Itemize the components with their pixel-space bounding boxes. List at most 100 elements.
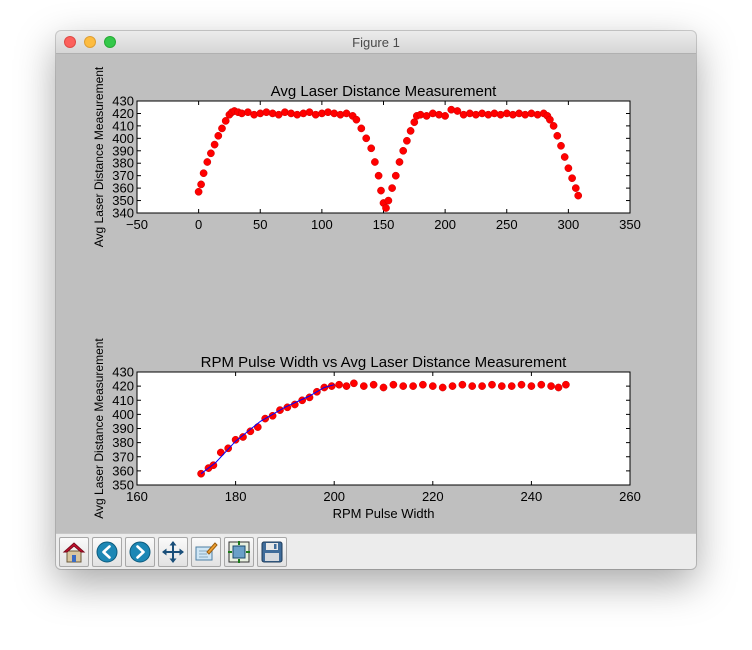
chart-1-data-point (478, 109, 486, 118)
home-button[interactable] (59, 537, 89, 567)
chart-1-data-point (496, 110, 505, 119)
chart-1-data-point (214, 131, 223, 140)
chart-2-data-point (399, 382, 408, 390)
chart-2-y-tick-label: 380 (112, 435, 134, 450)
chart-1-data-point (374, 171, 383, 180)
chart-1-data-point (352, 115, 361, 124)
chart-2-data-point (419, 380, 427, 389)
chart-2-data-point (458, 380, 467, 389)
chart-2-data-point (547, 382, 555, 390)
chart-1-data-point (395, 158, 404, 166)
chart-1-y-tick-label: 430 (112, 94, 134, 109)
chart-2-data-point (468, 382, 477, 390)
chart-2-y-tick-label: 410 (112, 393, 134, 408)
chart-2-data-point (359, 382, 368, 390)
chart-1-data-point (546, 115, 554, 124)
chart-2-data-point (488, 380, 496, 389)
chart-1-data-point (281, 108, 289, 117)
chart-1-data-point (391, 171, 400, 180)
chart-2-data-point (369, 380, 378, 389)
chart-1-data-point (521, 110, 530, 119)
chart-1-data-point (194, 187, 203, 196)
chart-1-data-point (472, 110, 480, 119)
chart-2-data-point (478, 382, 486, 390)
chart-1-data-point (210, 140, 219, 149)
chart-2-data-point (517, 380, 526, 389)
chart-2-data-point (389, 380, 398, 389)
chart-2-data-point (409, 382, 417, 390)
chart-1-x-tick-label: 0 (195, 217, 202, 232)
chart-1-data-point (197, 180, 205, 189)
chart-1-x-tick-label: 150 (373, 217, 395, 232)
chart-1-data-point (490, 109, 499, 118)
chart-2-data-point (497, 382, 506, 390)
chart-1-data-point (388, 184, 396, 192)
chart-1-data-point (571, 184, 580, 192)
zoom-button[interactable] (191, 537, 221, 567)
chart-1-data-point (250, 110, 258, 119)
figure-window: Figure 1 Avg Laser Distance Measurement A… (56, 31, 696, 569)
zoom-rect-icon (195, 542, 218, 561)
chart-2-y-tick-label: 430 (112, 365, 134, 380)
back-arrow-icon (96, 541, 118, 563)
chart-1-data-point (330, 109, 339, 118)
chart-2-data-point (428, 382, 437, 390)
chart-1-data-point (199, 169, 208, 178)
chart-2-data-point (253, 423, 262, 431)
navigation-toolbar (56, 533, 696, 569)
chart-1-data-point (371, 158, 379, 166)
chart-2-y-tick-label: 370 (112, 449, 134, 464)
subplots-button[interactable] (224, 537, 254, 567)
chart-2-data-point (379, 383, 388, 392)
title-bar[interactable]: Figure 1 (56, 31, 696, 54)
chart-2-x-axis-label: RPM Pulse Width (333, 506, 435, 521)
home-icon (62, 542, 86, 563)
chart-2-data-point (448, 382, 457, 390)
chart-2-y-axis-label: Avg Laser Distance Measurement (92, 338, 106, 519)
save-button[interactable] (257, 537, 287, 567)
chart-1-data-point (553, 131, 562, 140)
chart-1-data-point (311, 110, 320, 119)
chart-1-x-tick-label: 50 (253, 217, 267, 232)
forward-arrow-icon (129, 541, 151, 563)
back-button[interactable] (92, 537, 122, 567)
chart-1-y-axis-label: Avg Laser Distance Measurement (92, 66, 106, 247)
chart-2-data-point (342, 382, 351, 390)
chart-1-x-tick-label: 300 (558, 217, 580, 232)
chart-1-x-tick-label: 250 (496, 217, 518, 232)
chart-2-title: RPM Pulse Width vs Avg Laser Distance Me… (201, 354, 568, 371)
chart-2-data-point (438, 383, 447, 392)
chart-1-data-point (509, 110, 517, 119)
chart-2-y-tick-label: 390 (112, 421, 134, 436)
subplots-config-icon (228, 541, 250, 563)
chart-1-data-point (357, 124, 366, 133)
chart-1-data-point (207, 149, 215, 158)
chart-1-data-point (527, 109, 536, 118)
chart-2-y-tick-label: 350 (112, 478, 134, 493)
chart-2-x-tick-label: 220 (422, 489, 444, 504)
chart-1-x-tick-label: 100 (311, 217, 333, 232)
chart-2-data-point (527, 382, 536, 390)
chart-1-x-tick-label: 200 (434, 217, 456, 232)
chart-1-data-point (262, 108, 271, 117)
chart-2-x-tick-label: 260 (619, 489, 641, 504)
chart-1-data-point (441, 112, 449, 120)
pan-button[interactable] (158, 537, 188, 567)
forward-button[interactable] (125, 537, 155, 567)
chart-1-data-point (367, 144, 376, 153)
move-arrows-icon (162, 541, 184, 563)
chart-1-data-point (403, 136, 411, 145)
chart-2-data-point (507, 382, 516, 390)
chart-1-data-point (382, 204, 390, 212)
chart-1-data-point (549, 122, 558, 130)
chart-2-data-point (562, 380, 570, 389)
chart-1-data-point (399, 146, 408, 155)
figure-canvas[interactable]: Avg Laser Distance Measurement Avg Laser … (56, 54, 696, 531)
chart-2-data-point (335, 380, 343, 389)
chart-1-data-point (218, 124, 226, 133)
floppy-disk-icon (261, 541, 283, 563)
chart-2-x-tick-label: 180 (225, 489, 247, 504)
chart-1-data-point (362, 134, 371, 143)
chart-2-data-point (537, 380, 546, 389)
chart-1-data-point (324, 108, 332, 117)
